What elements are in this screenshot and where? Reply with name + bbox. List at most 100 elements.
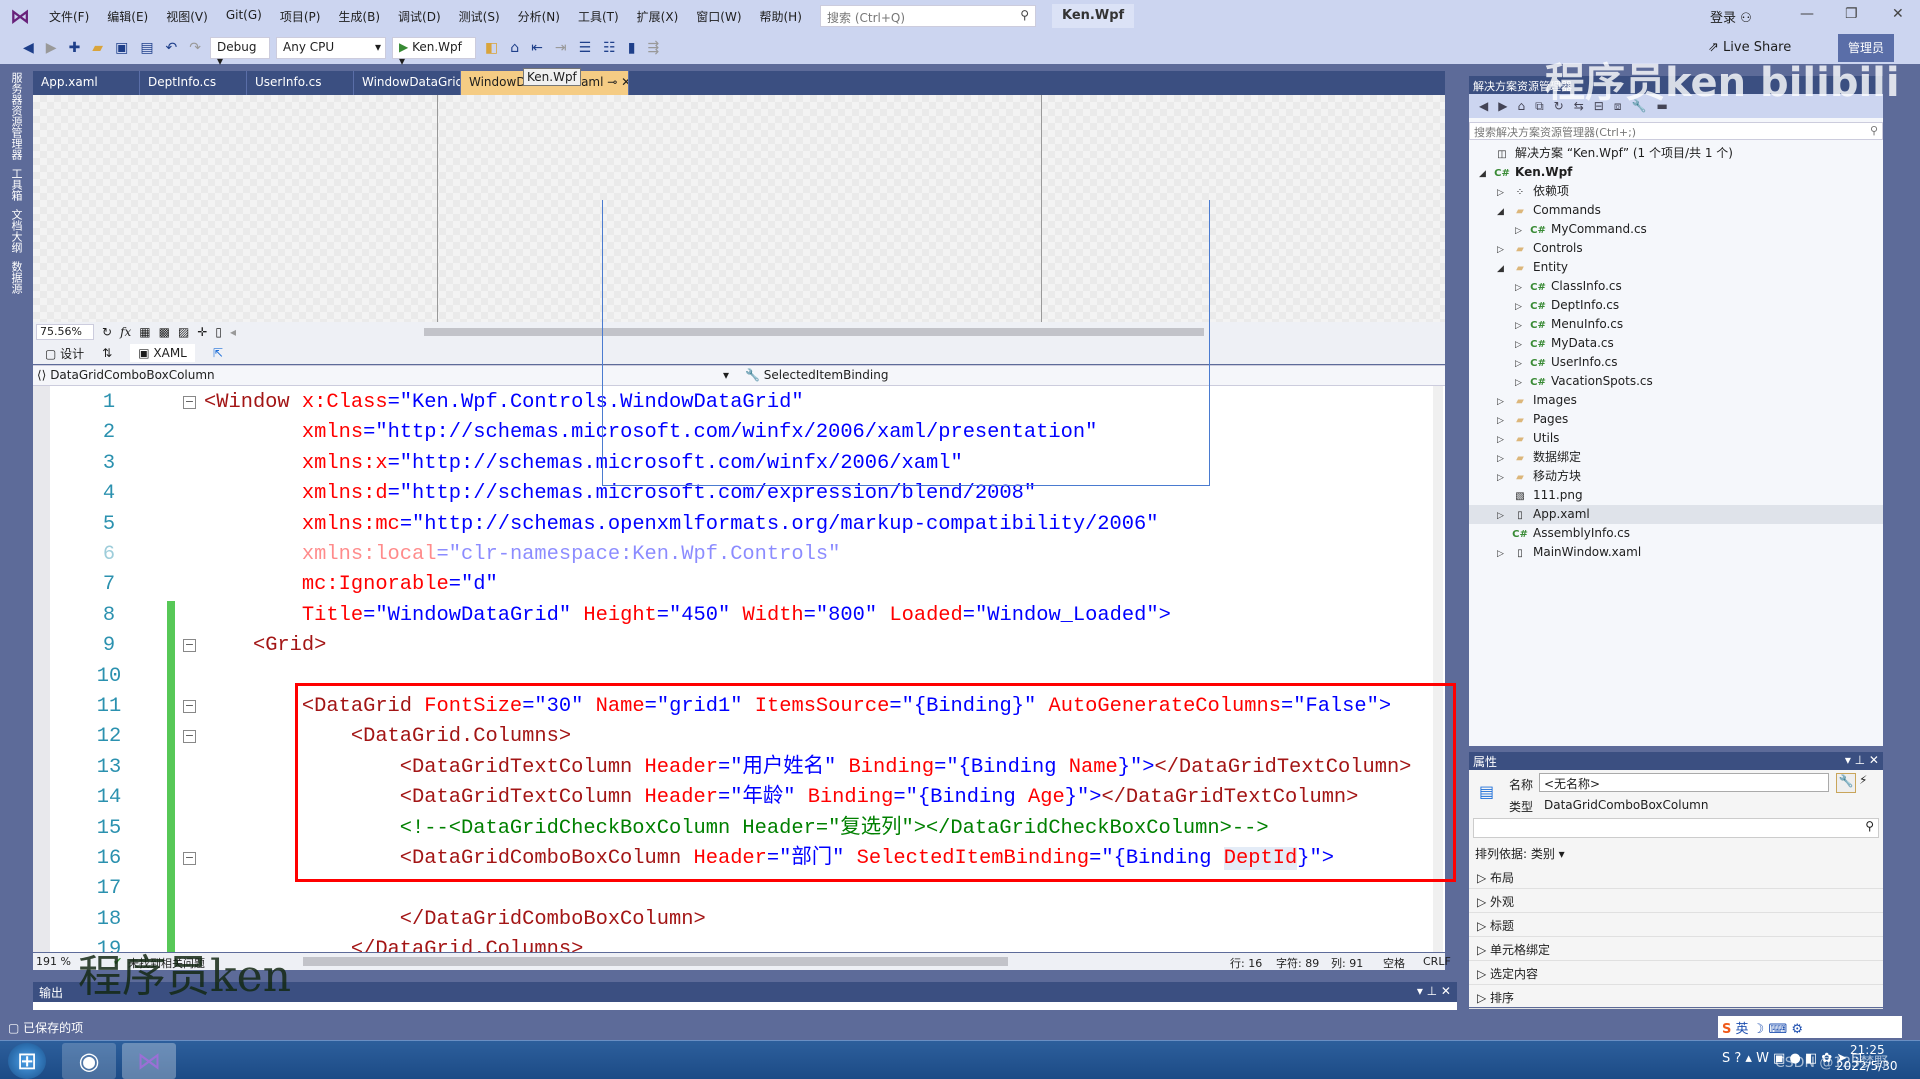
tree-item[interactable]: ▷ C# MenuInfo.cs — [1469, 315, 1883, 334]
popout-icon[interactable]: ⇱ — [213, 346, 223, 360]
editor-zoom[interactable]: 191 % — [36, 955, 71, 968]
properties-panel-controls[interactable]: ▾ ⊥ ✕ — [1845, 753, 1879, 767]
tree-item[interactable]: ▷ ⁘ 依赖项 — [1469, 182, 1883, 201]
design-tab[interactable]: ▢ 设计 — [45, 345, 84, 362]
line-ending[interactable]: CRLF — [1423, 955, 1451, 968]
menu-item[interactable]: 调试(D) — [389, 8, 450, 25]
xaml-tab[interactable]: ▣ XAML — [130, 344, 195, 362]
tree-item[interactable]: ▷ ▰ Utils — [1469, 429, 1883, 448]
tree-item[interactable]: ▷ ▰ 数据绑定 — [1469, 448, 1883, 467]
tab-windowdatagrid-xaml-cs[interactable]: WindowDataGrid.xaml.cs — [354, 71, 461, 95]
tree-item[interactable]: ◢ ▰ Entity — [1469, 258, 1883, 277]
left-strip-tab[interactable]: 文档大纲 — [8, 209, 24, 253]
tree-item[interactable]: ▷ ▰ Images — [1469, 391, 1883, 410]
xaml-tools-icon[interactable]: ⌂ — [507, 40, 522, 56]
output-panel-controls[interactable]: ▾ ⊥ ✕ — [1417, 984, 1451, 998]
tree-item[interactable]: ◢ ▰ Commands — [1469, 201, 1883, 220]
outdent-icon[interactable]: ⇥ — [552, 40, 570, 56]
uncomment-icon[interactable]: ☷ — [600, 40, 619, 56]
left-strip-tab[interactable]: 数据源 — [8, 261, 24, 294]
property-category[interactable]: ▷ 外观 — [1469, 889, 1883, 913]
grid-icon[interactable]: ▦ — [139, 325, 150, 339]
tree-item[interactable]: ▷ C# UserInfo.cs — [1469, 353, 1883, 372]
undo-icon[interactable]: ↶ — [163, 40, 181, 56]
bookmark-icon[interactable]: ▮ — [625, 40, 639, 56]
tree-item[interactable]: ▷ C# MyData.cs — [1469, 334, 1883, 353]
menu-item[interactable]: 分析(N) — [509, 8, 569, 25]
tree-item[interactable]: ◫ 解决方案 “Ken.Wpf” (1 个项目/共 1 个) — [1469, 144, 1883, 163]
forward-icon[interactable]: ▶ — [1498, 99, 1507, 113]
tree-item[interactable]: ▷ C# ClassInfo.cs — [1469, 277, 1883, 296]
back-icon[interactable]: ◀ — [20, 40, 37, 56]
property-category[interactable]: ▷ 标题 — [1469, 913, 1883, 937]
tree-item[interactable]: ▷ ▯ MainWindow.xaml — [1469, 543, 1883, 562]
menu-item[interactable]: Git(G) — [217, 8, 271, 25]
tab-deptinfo-cs[interactable]: DeptInfo.cs — [140, 71, 247, 95]
tree-item[interactable]: ▧ 111.png — [1469, 486, 1883, 505]
expand-arrow-icon[interactable]: ▷ — [1497, 545, 1511, 564]
artboard-icon[interactable]: ▨ — [178, 325, 189, 339]
menu-item[interactable]: 文件(F) — [40, 8, 98, 25]
solution-search-input[interactable]: 搜索解决方案资源管理器(Ctrl+;) ⚲ — [1469, 122, 1883, 140]
tab-app-xaml[interactable]: App.xaml — [33, 71, 140, 95]
menu-item[interactable]: 编辑(E) — [98, 8, 157, 25]
events-lightning-button[interactable]: ⚡ — [1859, 773, 1867, 787]
start-button[interactable]: ⊞ — [8, 1043, 46, 1079]
whitespace-mode[interactable]: 空格 — [1383, 955, 1405, 971]
tree-item[interactable]: ▷ ▯ App.xaml — [1469, 505, 1883, 524]
tree-item[interactable]: ▷ C# VacationSpots.cs — [1469, 372, 1883, 391]
comment-icon[interactable]: ☰ — [576, 40, 595, 56]
snap-lines-icon[interactable]: ✛ — [197, 325, 207, 339]
close-button[interactable]: ✕ — [1892, 6, 1904, 22]
redo-icon[interactable]: ↷ — [186, 40, 204, 56]
open-folder-icon[interactable]: ▰ — [89, 40, 106, 56]
properties-wrench-button[interactable]: 🔧 — [1836, 773, 1856, 793]
browser-link-icon[interactable]: ◧ — [482, 40, 501, 56]
refresh-icon[interactable]: ↻ — [102, 325, 112, 339]
property-category[interactable]: ▷ 排序 — [1469, 985, 1883, 1009]
platform-select[interactable]: Any CPU ▾ — [276, 37, 387, 59]
snap-grid-icon[interactable]: ▩ — [159, 325, 170, 339]
switch-views-icon[interactable]: ⧉ — [1535, 99, 1544, 114]
menu-item[interactable]: 扩展(X) — [628, 8, 688, 25]
save-all-icon[interactable]: ▤ — [137, 40, 156, 56]
visual-studio-taskbar-icon[interactable]: ⋈ — [122, 1043, 176, 1079]
restore-button[interactable]: ❐ — [1845, 6, 1858, 22]
search-input[interactable]: 搜索 (Ctrl+Q) ⚲ — [820, 5, 1036, 27]
left-strip-tab[interactable]: 工具箱 — [8, 168, 24, 201]
name-input[interactable]: <无名称> — [1539, 773, 1829, 792]
tree-item[interactable]: ◢ C# Ken.Wpf — [1469, 163, 1883, 182]
start-debug-button[interactable]: ▶ Ken.Wpf ▾ — [392, 37, 477, 68]
indent-icon[interactable]: ⇤ — [528, 40, 546, 56]
bookmark-nav-icon[interactable]: ⇶ — [644, 40, 662, 56]
property-category[interactable]: ▷ 选定内容 — [1469, 961, 1883, 985]
menu-item[interactable]: 测试(S) — [450, 8, 509, 25]
tree-item[interactable]: ▷ ▰ Pages — [1469, 410, 1883, 429]
scroll-left-icon[interactable]: ◂ — [230, 325, 236, 339]
minimize-button[interactable]: — — [1800, 6, 1814, 22]
tree-item[interactable]: ▷ C# DeptInfo.cs — [1469, 296, 1883, 315]
property-category[interactable]: ▷ 单元格绑定 — [1469, 937, 1883, 961]
editor-horizontal-scrollbar[interactable] — [303, 957, 1008, 966]
configuration-select[interactable]: Debug ▾ — [210, 37, 271, 68]
menu-item[interactable]: 帮助(H) — [751, 8, 811, 25]
pin-icon[interactable]: ⊸ — [603, 75, 621, 89]
properties-search-input[interactable]: ⚲ — [1473, 818, 1879, 838]
left-strip-tab[interactable]: 服务器资源管理器 — [8, 72, 24, 160]
save-icon[interactable]: ▣ — [112, 40, 131, 56]
forward-icon[interactable]: ▶ — [43, 40, 60, 56]
close-tab-icon[interactable]: ✕ — [621, 75, 628, 89]
tab-userinfo-cs[interactable]: UserInfo.cs — [247, 71, 354, 95]
swap-panes-icon[interactable]: ⇅ — [102, 346, 112, 360]
login-button[interactable]: 登录 ⚇ — [1710, 7, 1752, 26]
collapse-icon[interactable]: − — [183, 730, 196, 744]
menu-item[interactable]: 工具(T) — [569, 8, 628, 25]
collapse-icon[interactable]: − — [183, 852, 196, 865]
property-category[interactable]: ▷ 布局 — [1469, 865, 1883, 889]
menu-item[interactable]: 视图(V) — [157, 8, 217, 25]
tree-item[interactable]: ▷ C# MyCommand.cs — [1469, 220, 1883, 239]
back-icon[interactable]: ◀ — [1479, 99, 1488, 113]
tree-item[interactable]: C# AssemblyInfo.cs — [1469, 524, 1883, 543]
tree-item[interactable]: ▷ ▰ 移动方块 — [1469, 467, 1883, 486]
fx-icon[interactable]: fx — [120, 325, 131, 339]
